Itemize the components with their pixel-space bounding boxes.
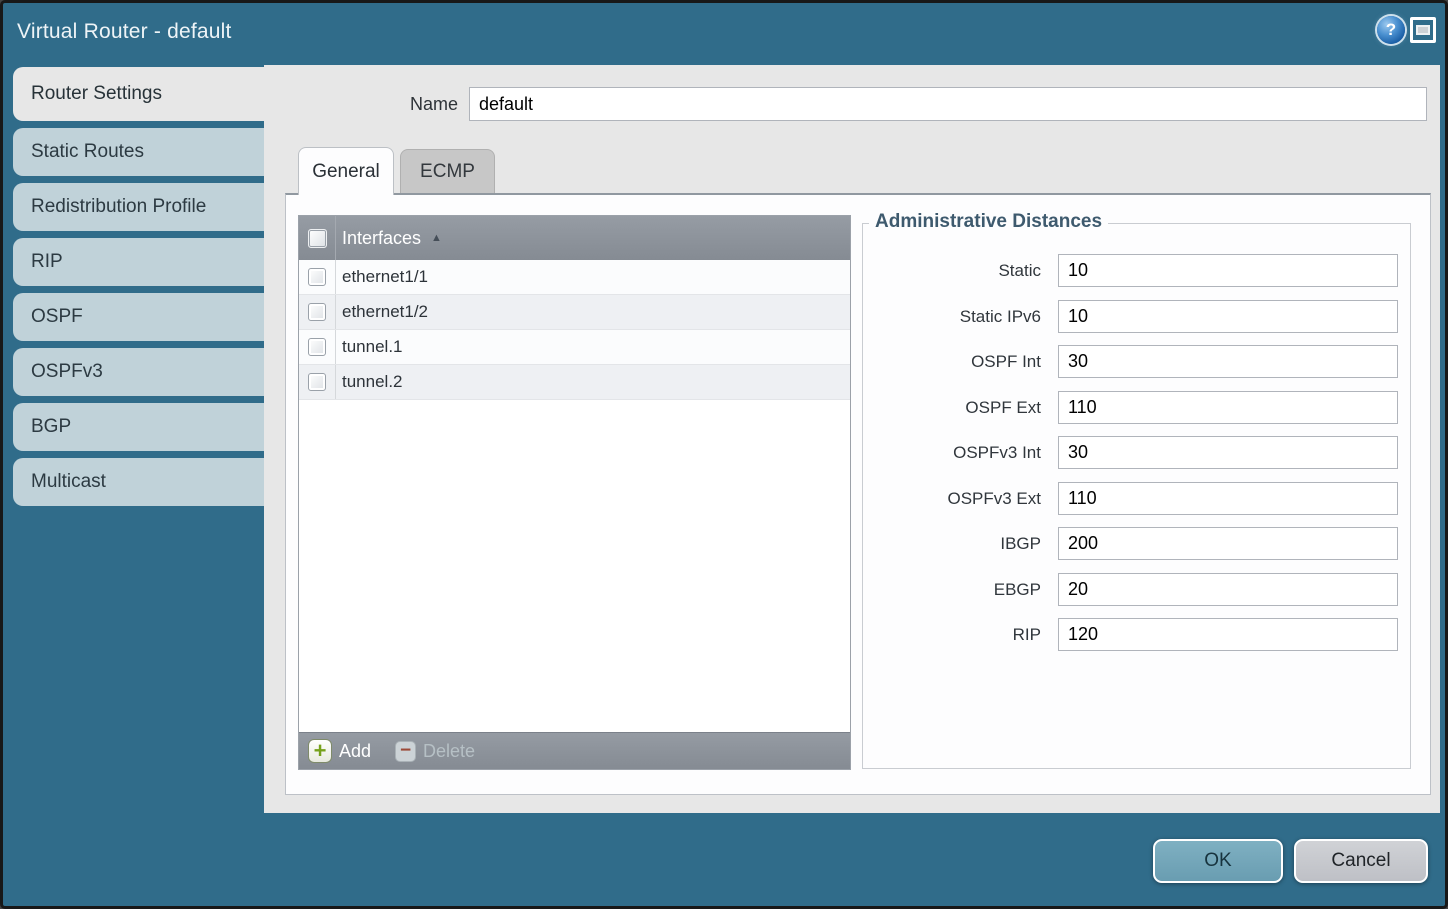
- admin-distances-legend: Administrative Distances: [869, 211, 1108, 233]
- row-label: ethernet1/1: [342, 267, 428, 287]
- ebgp-label: EBGP: [863, 573, 1050, 606]
- static-ipv6-input[interactable]: [1058, 300, 1398, 333]
- ospf-int-input[interactable]: [1058, 345, 1398, 378]
- maximize-icon-inner: [1416, 25, 1430, 35]
- sidebar-item-ospf[interactable]: OSPF: [13, 293, 265, 341]
- sidebar-item-label: BGP: [31, 416, 71, 438]
- field-row-ospf-int: OSPF Int: [863, 345, 1410, 378]
- sidebar-item-rip[interactable]: RIP: [13, 238, 265, 286]
- sidebar-item-router-settings[interactable]: Router Settings: [13, 67, 271, 121]
- sidebar-item-multicast[interactable]: Multicast: [13, 458, 265, 506]
- field-row-ospfv3-int: OSPFv3 Int: [863, 436, 1410, 469]
- static-ipv6-label: Static IPv6: [863, 300, 1050, 333]
- ibgp-input[interactable]: [1058, 527, 1398, 560]
- sidebar-item-label: Router Settings: [31, 83, 162, 105]
- add-button-label: Add: [339, 741, 371, 762]
- ospfv3-int-input[interactable]: [1058, 436, 1398, 469]
- delete-button[interactable]: − Delete: [395, 741, 475, 762]
- field-row-ospfv3-ext: OSPFv3 Ext: [863, 482, 1410, 515]
- row-label: ethernet1/2: [342, 302, 428, 322]
- add-icon: +: [308, 739, 332, 763]
- static-label: Static: [863, 254, 1050, 287]
- static-input[interactable]: [1058, 254, 1398, 287]
- row-checkbox[interactable]: [308, 268, 326, 286]
- sidebar-item-label: Static Routes: [31, 141, 144, 163]
- field-row-ospf-ext: OSPF Ext: [863, 391, 1410, 424]
- sidebar-item-label: RIP: [31, 251, 63, 273]
- add-icon-glyph: +: [314, 741, 327, 761]
- table-row-tunnel-2[interactable]: tunnel.2: [299, 365, 850, 400]
- ok-button-label: OK: [1204, 850, 1231, 872]
- sidebar-item-label: Redistribution Profile: [31, 196, 206, 218]
- ospfv3-ext-input[interactable]: [1058, 482, 1398, 515]
- delete-button-label: Delete: [423, 741, 475, 762]
- field-row-ibgp: IBGP: [863, 527, 1410, 560]
- ospf-int-label: OSPF Int: [863, 345, 1050, 378]
- row-label: tunnel.1: [342, 337, 403, 357]
- delete-icon-glyph: −: [400, 743, 411, 759]
- name-input[interactable]: [469, 87, 1427, 121]
- sidebar-item-label: Multicast: [31, 471, 106, 493]
- table-row-tunnel-1[interactable]: tunnel.1: [299, 330, 850, 365]
- delete-icon: −: [395, 741, 416, 762]
- maximize-icon[interactable]: [1410, 17, 1436, 43]
- general-tab-content: Interfaces ▲ ethernet1/1 ethernet1/2 tun…: [285, 193, 1431, 795]
- dialog-title: Virtual Router - default: [17, 20, 232, 44]
- table-row-ethernet1-1[interactable]: ethernet1/1: [299, 260, 850, 295]
- interfaces-table-header[interactable]: Interfaces ▲: [299, 216, 850, 260]
- sidebar-item-ospfv3[interactable]: OSPFv3: [13, 348, 265, 396]
- tab-general[interactable]: General: [298, 147, 394, 195]
- rip-input[interactable]: [1058, 618, 1398, 651]
- row-checkbox[interactable]: [308, 338, 326, 356]
- interfaces-table: Interfaces ▲ ethernet1/1 ethernet1/2 tun…: [298, 215, 851, 770]
- help-icon[interactable]: ?: [1377, 16, 1405, 44]
- sidebar-item-label: OSPF: [31, 306, 83, 328]
- table-footer: + Add − Delete: [299, 732, 850, 769]
- interfaces-column-header: Interfaces: [342, 228, 421, 249]
- table-empty-area: [299, 400, 850, 732]
- select-all-checkbox[interactable]: [308, 229, 327, 248]
- field-row-ebgp: EBGP: [863, 573, 1410, 606]
- sidebar-item-redistribution-profile[interactable]: Redistribution Profile: [13, 183, 265, 231]
- field-row-static: Static: [863, 254, 1410, 287]
- cancel-button[interactable]: Cancel: [1294, 839, 1428, 883]
- ebgp-input[interactable]: [1058, 573, 1398, 606]
- rip-label: RIP: [863, 618, 1050, 651]
- admin-distances-fieldset: Administrative Distances Static Static I…: [862, 223, 1411, 769]
- name-label: Name: [363, 87, 458, 121]
- ibgp-label: IBGP: [863, 527, 1050, 560]
- ospf-ext-label: OSPF Ext: [863, 391, 1050, 424]
- help-icon-glyph: ?: [1386, 20, 1396, 40]
- ospfv3-ext-label: OSPFv3 Ext: [863, 482, 1050, 515]
- sidebar-item-static-routes[interactable]: Static Routes: [13, 128, 265, 176]
- row-checkbox[interactable]: [308, 373, 326, 391]
- sidebar-item-label: OSPFv3: [31, 361, 103, 383]
- cancel-button-label: Cancel: [1331, 850, 1390, 872]
- virtual-router-dialog: Virtual Router - default ? Router Settin…: [0, 0, 1448, 909]
- tab-general-label: General: [312, 161, 380, 183]
- row-checkbox[interactable]: [308, 303, 326, 321]
- table-row-ethernet1-2[interactable]: ethernet1/2: [299, 295, 850, 330]
- field-row-rip: RIP: [863, 618, 1410, 651]
- add-button[interactable]: + Add: [308, 739, 371, 763]
- ospf-ext-input[interactable]: [1058, 391, 1398, 424]
- row-label: tunnel.2: [342, 372, 403, 392]
- field-row-static-ipv6: Static IPv6: [863, 300, 1410, 333]
- sort-ascending-icon[interactable]: ▲: [431, 232, 442, 244]
- router-settings-panel: Name General ECMP Interfaces ▲ ethernet1…: [264, 65, 1440, 813]
- tab-ecmp[interactable]: ECMP: [400, 149, 495, 193]
- tab-ecmp-label: ECMP: [420, 161, 475, 183]
- ok-button[interactable]: OK: [1153, 839, 1283, 883]
- sidebar-item-bgp[interactable]: BGP: [13, 403, 265, 451]
- ospfv3-int-label: OSPFv3 Int: [863, 436, 1050, 469]
